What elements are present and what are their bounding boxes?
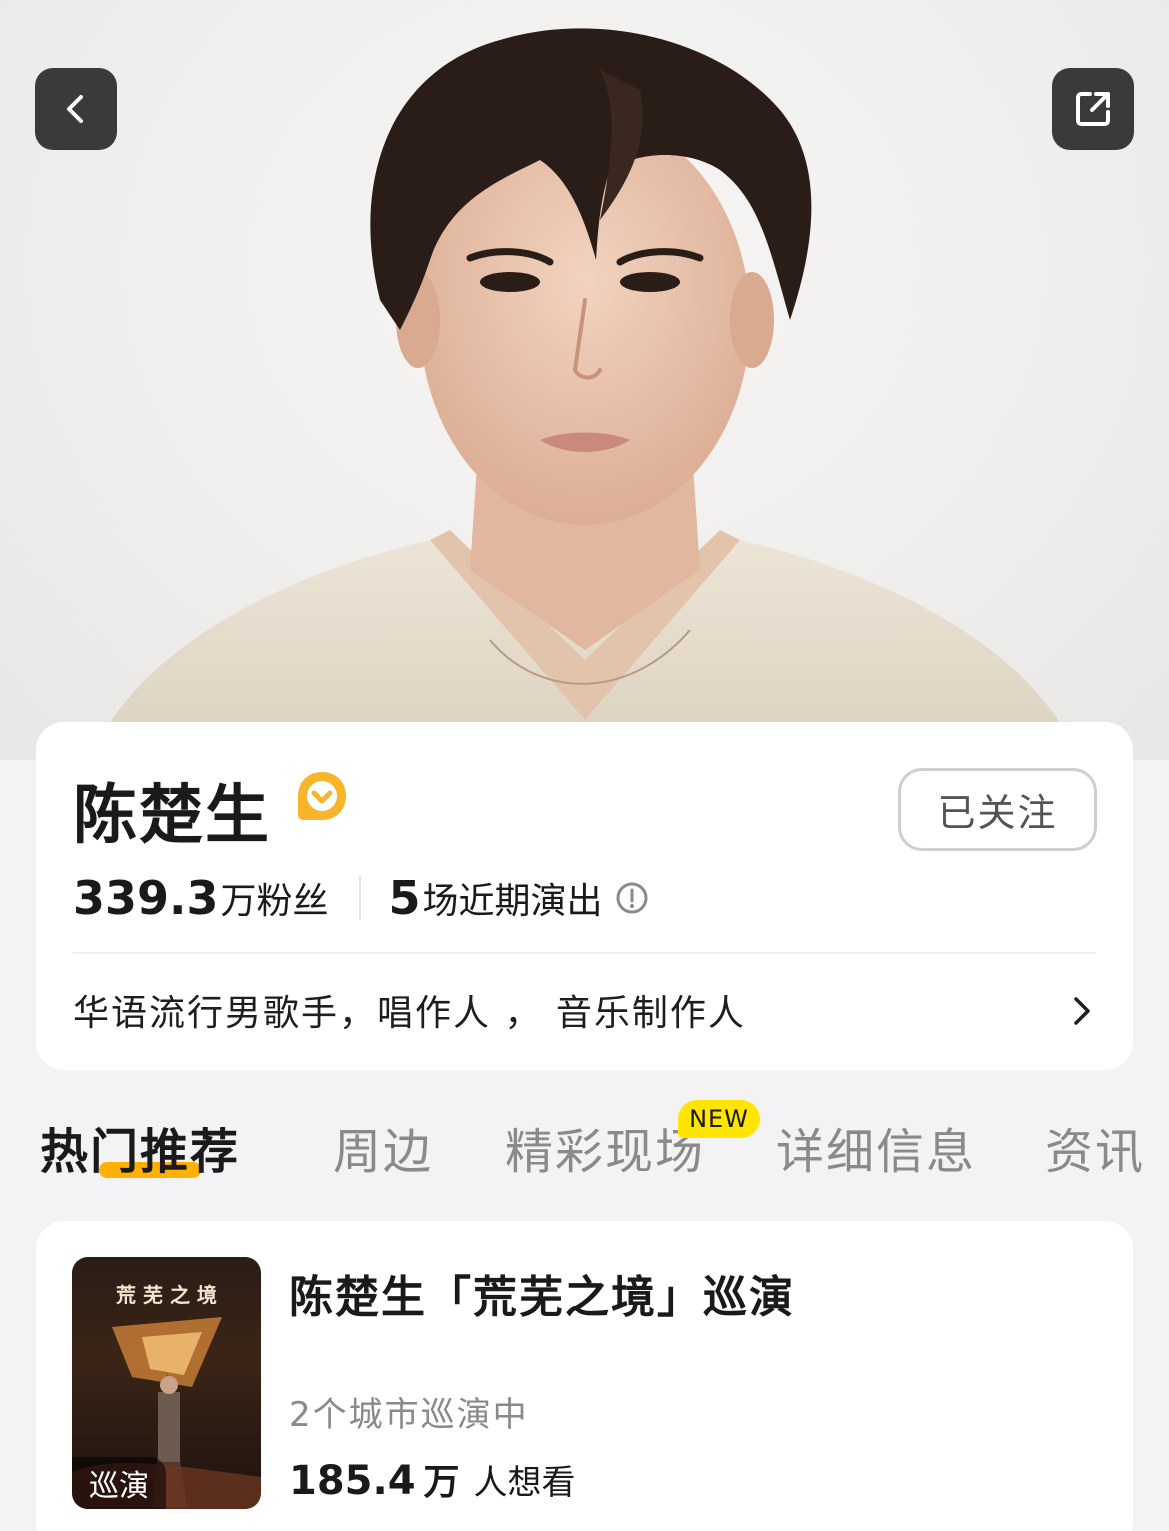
- share-icon: [1076, 92, 1110, 126]
- shows-label: 场近期演出: [422, 881, 603, 922]
- content-tabs: 热门推荐 周边 精彩现场 NEW 详细信息 资讯: [0, 1100, 1169, 1190]
- share-button[interactable]: [1052, 68, 1134, 150]
- shows-count: 5: [388, 871, 421, 925]
- tab-details[interactable]: 详细信息: [776, 1112, 976, 1182]
- poster-tag: 巡演: [72, 1457, 166, 1509]
- event-card[interactable]: 荒 芜 之 境 巡演 陈楚生「荒芜之境」巡演 2个城市巡演中 185.4 万 人…: [36, 1221, 1133, 1531]
- new-badge: NEW: [678, 1100, 760, 1138]
- artist-portrait: [90, 28, 1080, 760]
- event-subtitle: 2个城市巡演中: [289, 1395, 529, 1435]
- artist-stats: 339.3 万粉丝 5 场近期演出: [73, 867, 649, 929]
- artist-bio[interactable]: 华语流行男歌手，唱作人 ， 音乐制作人: [73, 984, 746, 1036]
- artist-hero-photo: [0, 0, 1169, 760]
- artist-name: 陈楚生: [73, 779, 271, 853]
- fans-count: 339.3: [73, 871, 219, 925]
- artist-profile-card: 陈楚生 已关注 339.3 万粉丝 5 场近期演出 华语流行男歌手，唱作人 ， …: [36, 722, 1133, 1070]
- card-divider: [73, 952, 1096, 954]
- event-want-count: 185.4 万 人想看: [289, 1453, 576, 1505]
- tab-merch[interactable]: 周边: [333, 1112, 433, 1182]
- back-button[interactable]: [35, 68, 117, 150]
- want-unit: 万: [423, 1462, 460, 1503]
- event-poster: 荒 芜 之 境 巡演: [72, 1257, 261, 1509]
- want-number: 185.4: [289, 1458, 416, 1504]
- artist-page: 陈楚生 已关注 339.3 万粉丝 5 场近期演出 华语流行男歌手，唱作人 ， …: [0, 0, 1169, 1531]
- chevron-right-icon[interactable]: [1071, 994, 1093, 1028]
- poster-title: 荒 芜 之 境: [116, 1283, 217, 1307]
- stats-divider: [358, 876, 361, 920]
- tab-news[interactable]: 资讯: [1045, 1112, 1145, 1182]
- verified-badge-icon: [298, 772, 346, 820]
- want-label: 人想看: [473, 1463, 576, 1503]
- follow-button[interactable]: 已关注: [898, 768, 1097, 851]
- chevron-left-icon: [67, 95, 83, 123]
- fans-label: 万粉丝: [220, 881, 329, 922]
- event-title[interactable]: 陈楚生「荒芜之境」巡演: [289, 1261, 795, 1325]
- info-icon[interactable]: [615, 881, 649, 915]
- tab-live-highlights[interactable]: 精彩现场: [505, 1112, 705, 1182]
- tab-hot-recommend[interactable]: 热门推荐: [40, 1112, 240, 1182]
